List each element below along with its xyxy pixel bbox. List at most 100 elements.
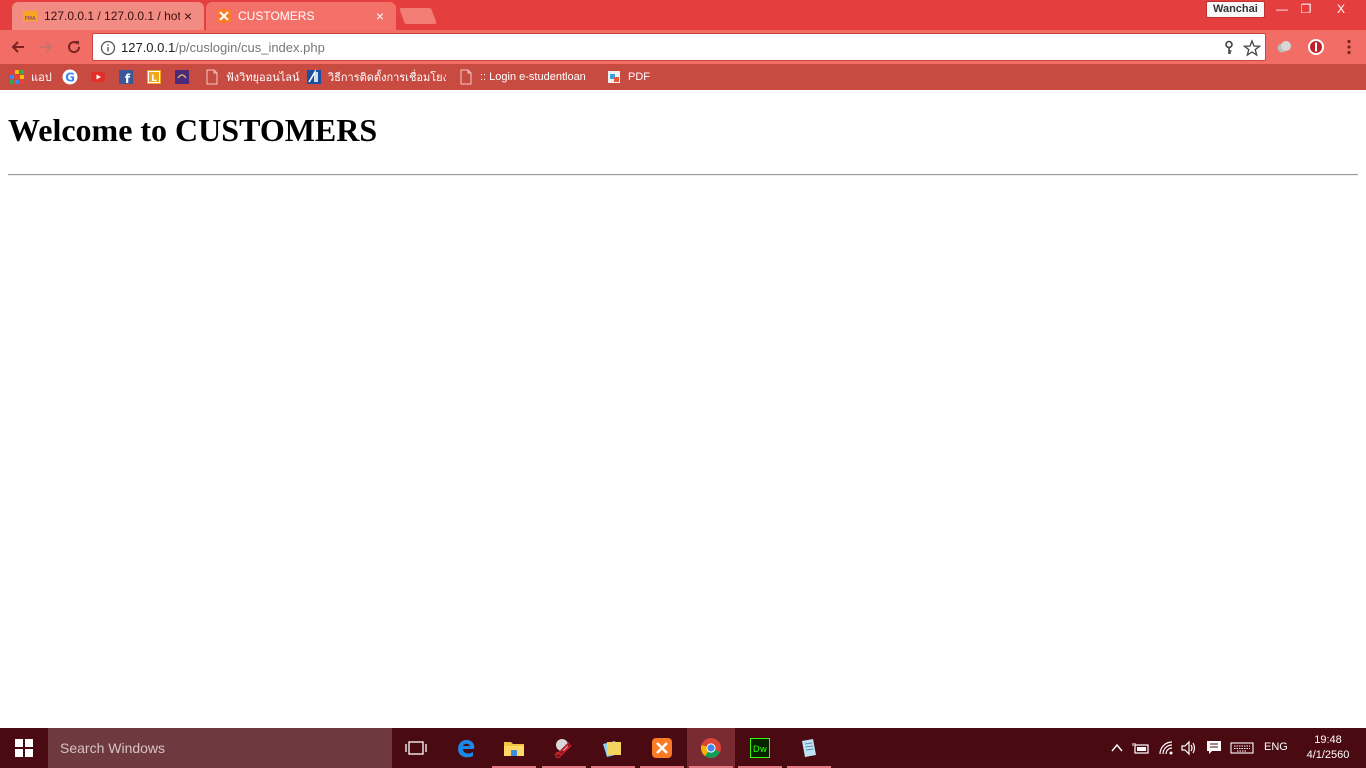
dreamweaver-icon: Dw <box>750 738 770 758</box>
bookmark-pdf[interactable]: PDF <box>606 68 650 86</box>
folder-photos-icon <box>603 741 621 757</box>
browser-toolbar: 127.0.0.1/p/cuslogin/cus_index.php <box>0 30 1366 64</box>
pdf-icon <box>608 71 620 83</box>
google-icon: G <box>62 69 78 85</box>
bookmark-label: แอป <box>31 72 52 84</box>
profile-button[interactable]: Wanchai <box>1206 1 1265 18</box>
bookmark-scb[interactable] <box>174 68 196 86</box>
tray-touch-keyboard[interactable] <box>1230 739 1254 757</box>
taskbar-notepad[interactable] <box>785 728 833 768</box>
reload-icon <box>68 41 81 54</box>
bookmark-install-guide[interactable]: วิธีการติดตั้งการเชื่อมโยงฯ <box>306 68 446 86</box>
notepad-icon <box>802 739 816 757</box>
bookmark-star-icon[interactable] <box>1243 39 1261 57</box>
scb-icon <box>175 70 189 84</box>
xampp-icon <box>652 738 672 758</box>
url-host: 127.0.0.1 <box>121 40 176 55</box>
xampp-icon <box>217 9 231 23</box>
info-icon[interactable] <box>100 40 116 56</box>
bookmark-google[interactable]: G <box>62 68 84 86</box>
reload-button[interactable] <box>64 37 84 57</box>
new-tab-button[interactable] <box>399 8 437 24</box>
tray-overflow-button[interactable] <box>1108 739 1126 757</box>
bookmark-lightroom[interactable]: L <box>146 68 168 86</box>
youtube-icon <box>91 72 105 82</box>
taskbar-edge[interactable] <box>442 728 490 768</box>
svg-text:G: G <box>65 71 75 85</box>
page-title: Welcome to CUSTOMERS <box>8 112 378 148</box>
facebook-icon: f <box>119 70 133 85</box>
app-icon <box>307 69 321 84</box>
tray-network[interactable] <box>1158 739 1176 757</box>
taskbar-clock[interactable]: 19:48 4/1/2560 <box>1300 733 1356 763</box>
url-path: /p/cuslogin/cus_index.php <box>175 40 325 55</box>
page-icon <box>206 69 218 85</box>
task-view-button[interactable] <box>392 728 440 768</box>
snipping-tool-icon <box>554 739 572 759</box>
task-view-icon <box>405 741 427 755</box>
more-menu-icon[interactable] <box>1340 38 1358 56</box>
key-icon[interactable] <box>1221 40 1237 56</box>
taskbar-chrome[interactable] <box>687 728 735 768</box>
bookmark-e-studentloan[interactable]: :: Login e-studentloan <box>458 68 586 86</box>
action-center-icon <box>1207 741 1221 754</box>
phpmyadmin-icon: PMA <box>23 11 37 22</box>
svg-text:Dw: Dw <box>753 745 767 755</box>
input-language[interactable]: ENG <box>1264 741 1288 753</box>
svg-text:PMA: PMA <box>25 16 36 22</box>
arrow-left-icon <box>11 41 24 53</box>
battery-plug-icon <box>1132 743 1149 754</box>
close-window-button[interactable]: X <box>1318 0 1364 18</box>
speaker-icon <box>1181 740 1196 756</box>
taskbar-xampp[interactable] <box>638 728 686 768</box>
taskbar-snipping-tool[interactable] <box>540 728 588 768</box>
browser-tabstrip: PMA 127.0.0.1 / 127.0.0.1 / hot × CUSTOM… <box>0 0 1366 30</box>
maximize-button[interactable]: ❐ <box>1294 0 1318 18</box>
lightroom-icon: L <box>147 70 161 84</box>
clock-time: 19:48 <box>1314 734 1342 746</box>
chevron-up-icon <box>1111 743 1123 752</box>
address-url: 127.0.0.1/p/cuslogin/cus_index.php <box>121 40 325 55</box>
tray-power[interactable] <box>1132 739 1150 757</box>
tab-close-icon[interactable]: × <box>180 8 196 24</box>
windows-taskbar: Search Windows Dw ENG 19:48 4/1/2560 <box>0 728 1366 768</box>
search-placeholder: Search Windows <box>60 740 166 756</box>
taskbar-dreamweaver[interactable]: Dw <box>736 728 784 768</box>
bookmark-facebook[interactable]: f <box>118 68 140 86</box>
tray-volume[interactable] <box>1180 739 1198 757</box>
taskbar-folder-photos[interactable] <box>589 728 637 768</box>
svg-text:L: L <box>151 74 157 84</box>
start-button[interactable] <box>0 728 48 768</box>
taskbar-search[interactable]: Search Windows <box>48 728 392 768</box>
apps-grid-icon <box>10 70 24 84</box>
bookmarks-bar: แอป G f L ฟังวิทยุออนไลน์ วิธีการติดตั้ง… <box>0 64 1366 90</box>
address-bar[interactable]: 127.0.0.1/p/cuslogin/cus_index.php <box>92 33 1266 61</box>
tab-customers[interactable]: CUSTOMERS × <box>206 2 396 30</box>
minimize-button[interactable]: — <box>1270 0 1294 18</box>
adblock-icon[interactable] <box>1307 38 1325 56</box>
file-explorer-icon <box>504 742 524 756</box>
page-content: Welcome to CUSTOMERS <box>0 90 1366 728</box>
svg-text:f: f <box>125 72 131 85</box>
bookmark-radio-online[interactable]: ฟังวิทยุออนไลน์ <box>204 68 300 86</box>
arrow-right-icon <box>40 41 53 53</box>
bookmark-apps[interactable]: แอป <box>9 68 52 86</box>
edge-icon <box>458 739 475 758</box>
bookmark-label: ฟังวิทยุออนไลน์ <box>226 72 300 84</box>
bookmark-label: PDF <box>628 71 650 83</box>
taskbar-file-explorer[interactable] <box>490 728 538 768</box>
wifi-icon <box>1159 741 1173 755</box>
tab-title: 127.0.0.1 / 127.0.0.1 / hot <box>44 9 180 23</box>
keyboard-icon <box>1230 742 1254 754</box>
chrome-icon <box>701 738 721 758</box>
bookmark-youtube[interactable] <box>90 68 112 86</box>
bookmark-label: วิธีการติดตั้งการเชื่อมโยงฯ <box>328 72 446 84</box>
bookmark-label: :: Login e-studentloan <box>480 71 586 83</box>
back-button[interactable] <box>8 37 28 57</box>
tray-notifications[interactable] <box>1205 739 1223 757</box>
forward-button[interactable] <box>36 37 56 57</box>
page-icon <box>460 69 472 85</box>
tab-phpmyadmin[interactable]: PMA 127.0.0.1 / 127.0.0.1 / hot × <box>12 2 204 30</box>
tab-close-icon[interactable]: × <box>372 8 388 24</box>
cloud-extension-icon[interactable] <box>1275 38 1293 56</box>
